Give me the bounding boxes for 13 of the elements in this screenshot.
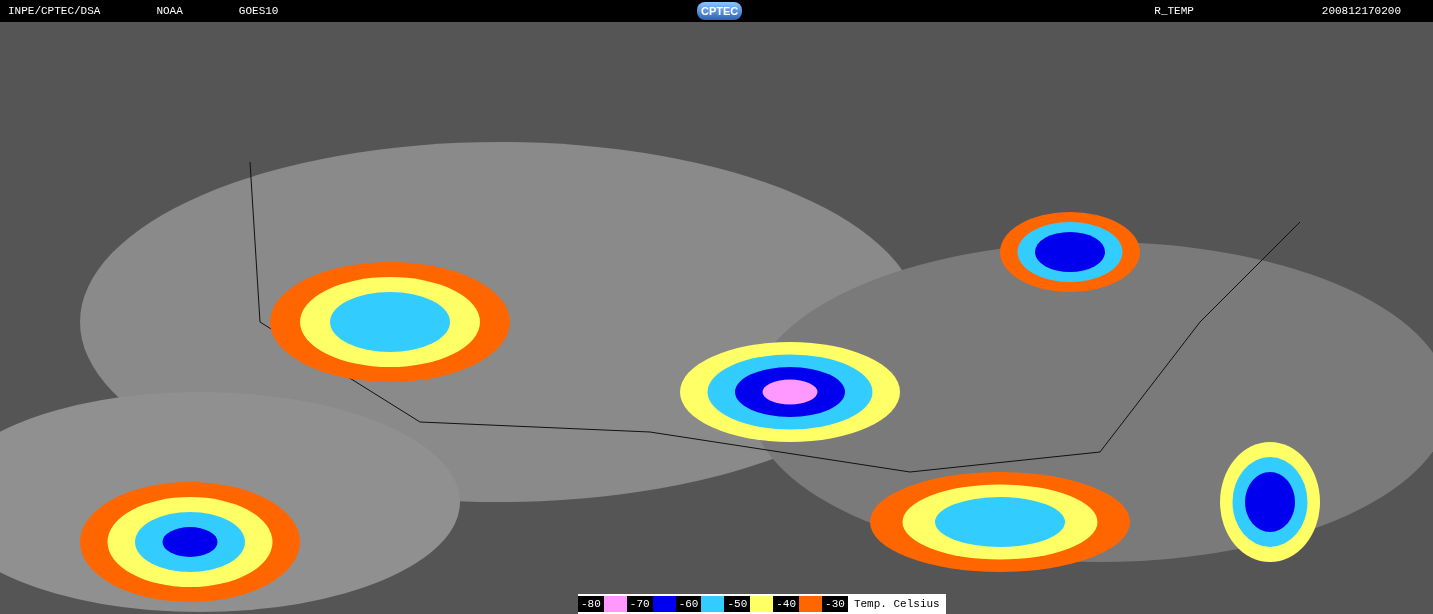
legend-label: -50: [724, 596, 751, 612]
header-label: GOES10: [238, 5, 279, 17]
legend-unit: Temp. Celsius: [853, 598, 940, 610]
legend-label: -40: [773, 596, 800, 612]
header-label: NOAA: [156, 5, 183, 17]
product-label: R_TEMP: [1154, 5, 1194, 17]
header-label: INPE/CPTEC/DSA: [8, 5, 101, 17]
legend-label: -30: [822, 596, 848, 612]
legend-label: -80: [578, 596, 604, 612]
legend-label: -70: [626, 596, 653, 612]
timestamp: 200812170200: [1321, 5, 1401, 17]
logo: CPTEC: [697, 2, 743, 20]
legend-label: -60: [675, 596, 702, 612]
